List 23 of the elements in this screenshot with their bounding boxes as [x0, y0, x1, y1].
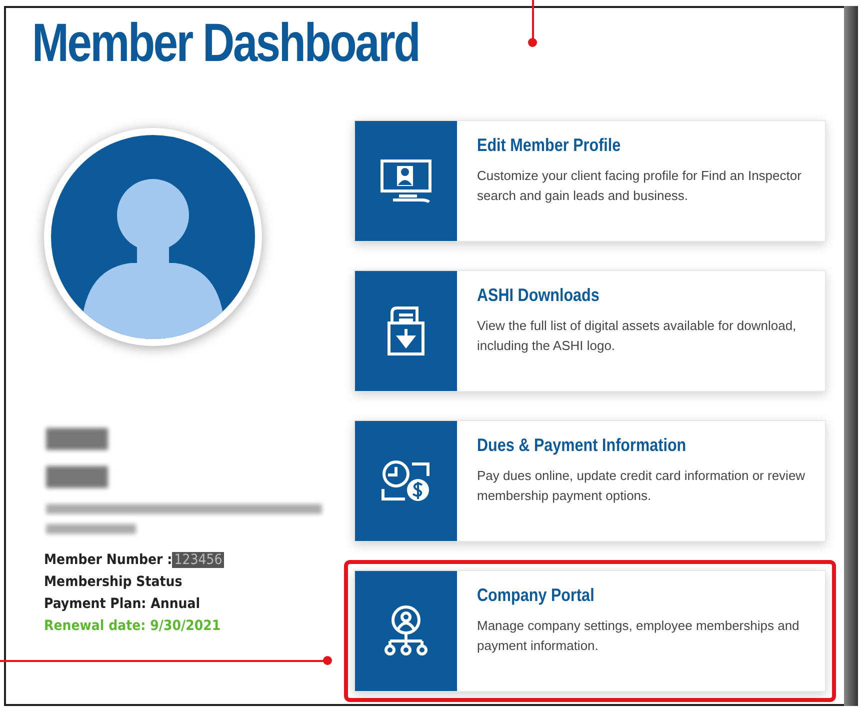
card-description: Manage company settings, employee memberships and payment information. — [477, 617, 800, 655]
monitor-user-icon — [379, 158, 433, 204]
payment-plan: Payment Plan: Annual — [44, 596, 202, 612]
card-title: Dues & Payment Information — [477, 435, 686, 456]
membership-status: Membership Status — [44, 574, 184, 590]
callout-dot — [528, 38, 537, 47]
card-description: View the full list of digital assets available for download, including the ASHI logo. — [477, 317, 798, 355]
dashboard-card[interactable]: Company Portal Manage company settings, employee memberships and payment information. — [354, 570, 826, 692]
download-tray-icon — [386, 305, 426, 357]
callout-dot — [323, 656, 332, 665]
member-number: Member Number :123456 — [44, 552, 226, 568]
card-title: ASHI Downloads — [477, 285, 600, 306]
page-title: Member Dashboard — [32, 12, 420, 74]
card-description: Pay dues online, update credit card information or review membership payment options. — [477, 467, 806, 505]
card-title: Company Portal — [477, 585, 594, 606]
org-person-icon — [382, 605, 430, 657]
dashboard-card[interactable]: ASHI Downloads View the full list of digital assets available for download, including the ASHI logo. — [354, 270, 826, 392]
clock-dollar-icon — [380, 459, 432, 503]
card-title: Edit Member Profile — [477, 135, 621, 156]
renewal-date: Renewal date: 9/30/2021 — [44, 618, 222, 634]
card-description: Customize your client facing profile for Find an Inspector search and gain leads and business. — [477, 167, 802, 205]
dashboard-card[interactable]: Edit Member Profile Customize your client facing profile for Find an Inspector search and gain leads and business. — [354, 120, 826, 242]
dashboard-card[interactable]: Dues & Payment Information Pay dues online, update credit card information or review membership payment options. — [354, 420, 826, 542]
